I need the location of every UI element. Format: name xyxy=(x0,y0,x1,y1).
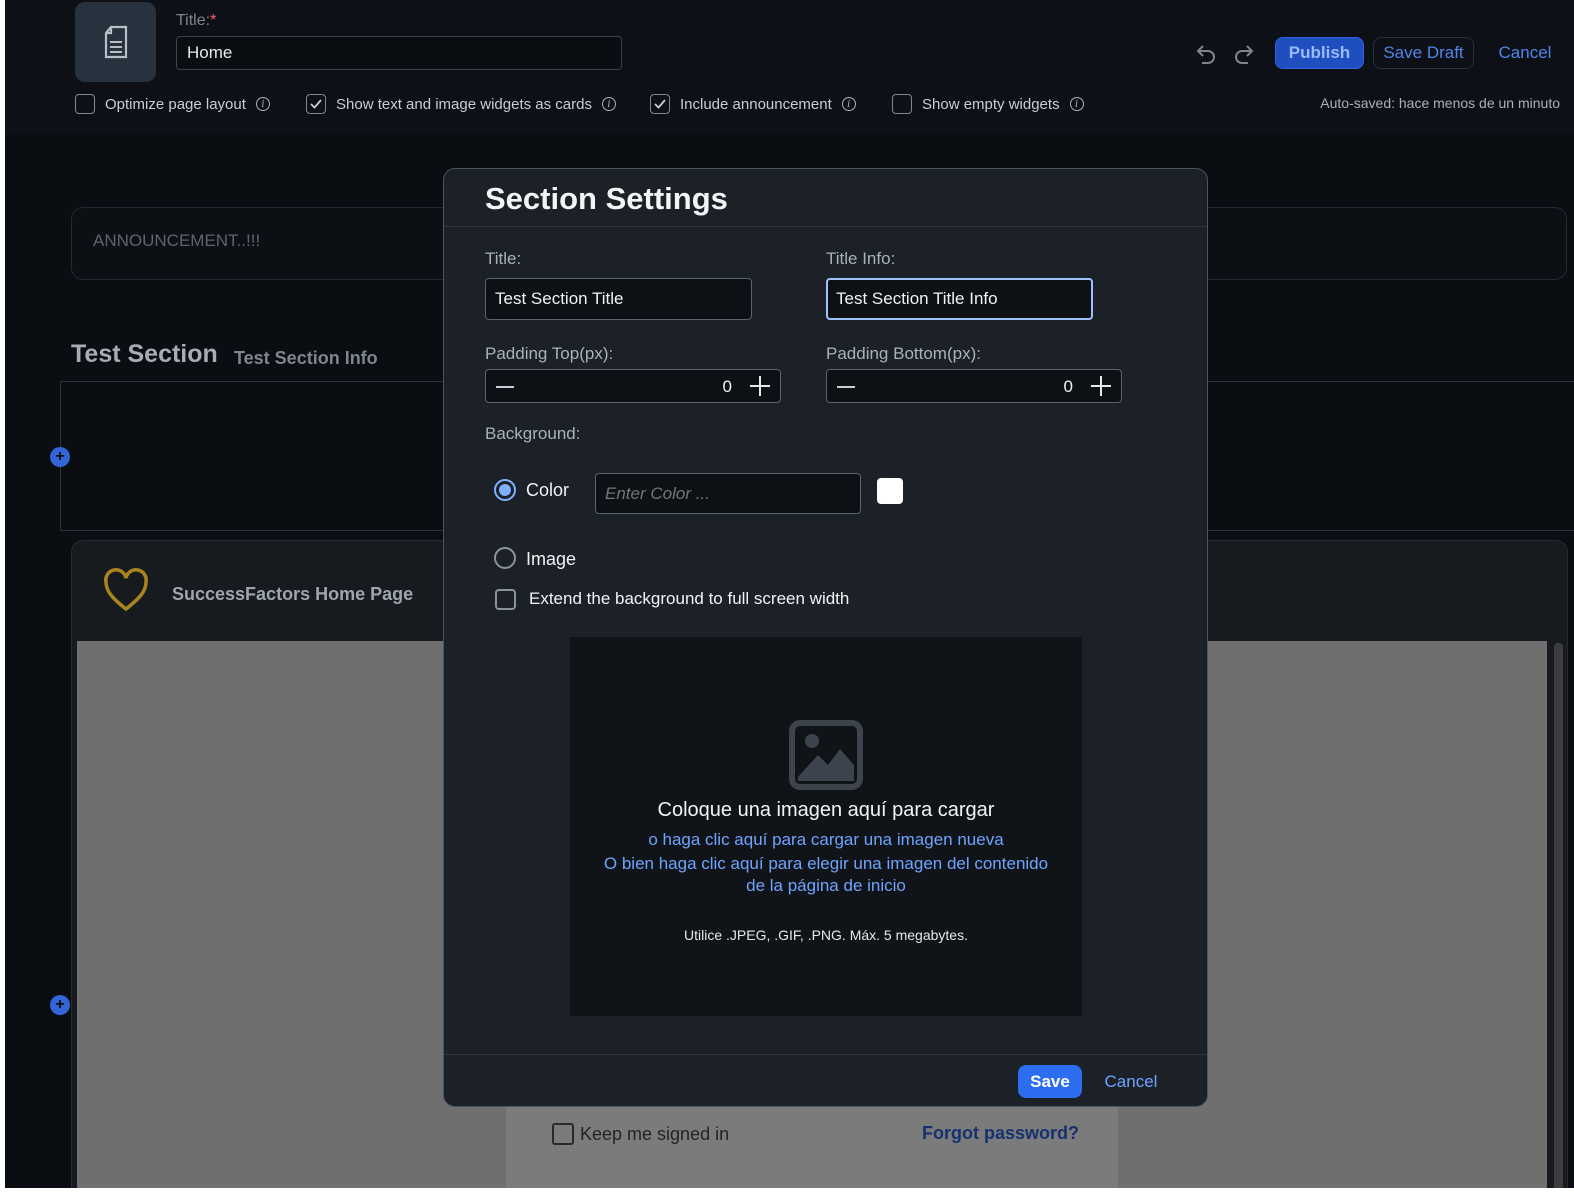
option-label: Include announcement xyxy=(680,95,832,113)
info-icon[interactable]: i xyxy=(841,97,856,111)
choose-existing-image-link[interactable]: O bien haga clic aquí para elegir una im… xyxy=(570,853,1082,897)
section-title-input[interactable] xyxy=(485,278,752,320)
redo-button[interactable] xyxy=(1231,40,1259,68)
color-input[interactable] xyxy=(595,473,861,514)
checkbox[interactable] xyxy=(552,1123,574,1145)
keep-signed-in-label: Keep me signed in xyxy=(580,1123,730,1144)
option-label: Optimize page layout xyxy=(105,95,246,113)
plus-icon[interactable] xyxy=(750,376,770,396)
save-draft-button[interactable]: Save Draft xyxy=(1373,37,1474,69)
option-optimize-layout[interactable]: Optimize page layout i xyxy=(75,93,270,115)
page-editor: Title:* Publish Save Draft Cancel Optimi… xyxy=(5,0,1574,1188)
section-title-info-input[interactable] xyxy=(826,278,1093,320)
padding-top-stepper[interactable]: 0 xyxy=(485,369,781,403)
option-widgets-as-cards[interactable]: Show text and image widgets as cards i xyxy=(306,93,616,115)
image-radio[interactable] xyxy=(494,547,516,569)
announcement-text: ANNOUNCEMENT..!!! xyxy=(93,231,261,250)
section-info: Test Section Info xyxy=(234,348,378,368)
editor-toolbar: Title:* Publish Save Draft Cancel Optimi… xyxy=(5,0,1574,134)
add-widget-button[interactable]: + xyxy=(50,995,70,1015)
image-option-label: Image xyxy=(526,549,577,569)
dialog-title: Section Settings xyxy=(485,181,728,216)
background-label: Background: xyxy=(485,424,581,443)
keep-signed-in[interactable]: Keep me signed in xyxy=(552,1123,729,1145)
checkmark-icon xyxy=(310,99,322,109)
choose-image-line1[interactable]: O bien haga clic aquí para elegir una im… xyxy=(570,853,1082,875)
padding-bottom-stepper[interactable]: 0 xyxy=(826,369,1122,403)
info-icon[interactable]: i xyxy=(255,97,270,111)
publish-button[interactable]: Publish xyxy=(1275,37,1364,69)
cancel-button[interactable]: Cancel xyxy=(1485,37,1565,69)
autosave-status: Auto-saved: hace menos de un minuto xyxy=(1320,95,1560,111)
minus-icon[interactable] xyxy=(496,386,514,388)
title-info-label: Title Info: xyxy=(826,249,896,268)
undo-icon xyxy=(1196,45,1215,64)
checkmark-icon xyxy=(654,99,666,109)
login-form: Keep me signed in Forgot password? xyxy=(506,1101,1118,1188)
heart-icon xyxy=(104,568,148,612)
dropzone-note: Utilice .JPEG, .GIF, .PNG. Máx. 5 megaby… xyxy=(684,927,968,943)
widget-title: SuccessFactors Home Page xyxy=(172,584,414,604)
title-label: Title: xyxy=(485,249,522,268)
option-include-announcement[interactable]: Include announcement i xyxy=(650,93,856,115)
dialog-footer: Save Cancel xyxy=(444,1054,1207,1106)
padding-bottom-value[interactable]: 0 xyxy=(1064,377,1073,397)
document-icon xyxy=(104,25,127,59)
scrollbar[interactable] xyxy=(1554,643,1563,1188)
forgot-password-link[interactable]: Forgot password? xyxy=(922,1123,1079,1144)
info-icon[interactable]: i xyxy=(1069,97,1084,111)
plus-icon[interactable] xyxy=(1091,376,1111,396)
page-title-input[interactable] xyxy=(176,36,622,70)
color-option-label: Color xyxy=(526,480,570,500)
dropzone-title: Coloque una imagen aquí para cargar xyxy=(657,799,995,821)
minus-icon[interactable] xyxy=(837,386,855,388)
checkbox[interactable] xyxy=(650,94,670,114)
add-widget-button[interactable]: + xyxy=(50,447,70,467)
required-marker: * xyxy=(210,12,217,29)
info-icon[interactable]: i xyxy=(601,97,616,111)
undo-button[interactable] xyxy=(1191,40,1219,68)
option-show-empty-widgets[interactable]: Show empty widgets i xyxy=(892,93,1084,115)
extend-background-label: Extend the background to full screen wid… xyxy=(529,589,850,608)
section-settings-dialog: Section Settings Title: Title Info: Padd… xyxy=(443,168,1208,1107)
padding-top-label: Padding Top(px): xyxy=(485,344,614,363)
section-title: Test Section xyxy=(71,340,218,368)
page-title-label: Title:* xyxy=(176,12,217,29)
upload-new-image-link[interactable]: o haga clic aquí para cargar una imagen … xyxy=(570,829,1082,851)
option-label: Show empty widgets xyxy=(922,95,1060,113)
option-label: Show text and image widgets as cards xyxy=(336,95,592,113)
page-icon xyxy=(75,2,156,82)
color-swatch[interactable] xyxy=(877,478,903,504)
image-dropzone[interactable]: Coloque una imagen aquí para cargar o ha… xyxy=(570,637,1082,1016)
choose-image-line2[interactable]: de la página de inicio xyxy=(570,875,1082,897)
extend-background-checkbox[interactable] xyxy=(495,589,516,610)
color-radio[interactable] xyxy=(494,479,516,501)
checkbox[interactable] xyxy=(75,94,95,114)
redo-icon xyxy=(1235,45,1254,64)
dialog-cancel-button[interactable]: Cancel xyxy=(1095,1065,1167,1098)
image-icon xyxy=(789,720,863,790)
checkbox[interactable] xyxy=(892,94,912,114)
dialog-header: Section Settings xyxy=(444,169,1207,227)
padding-bottom-label: Padding Bottom(px): xyxy=(826,344,981,363)
save-button[interactable]: Save xyxy=(1018,1065,1082,1098)
checkbox[interactable] xyxy=(306,94,326,114)
padding-top-value[interactable]: 0 xyxy=(723,377,732,397)
